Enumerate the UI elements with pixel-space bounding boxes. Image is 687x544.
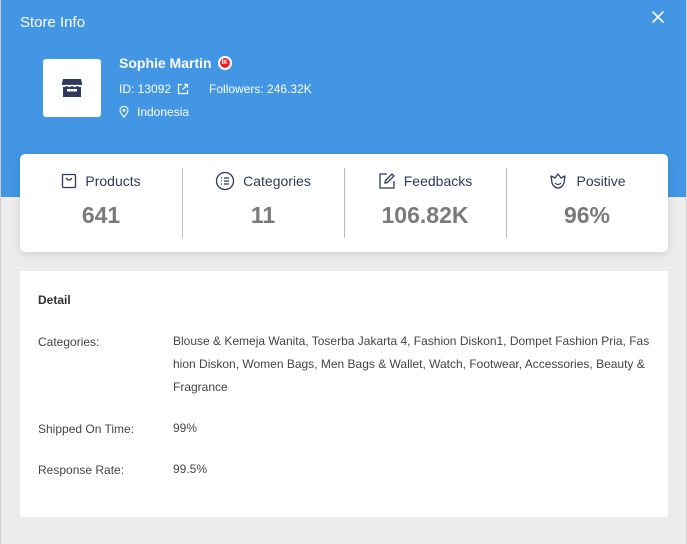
stat-categories-label: Categories xyxy=(243,173,311,189)
store-location-text: Indonesia xyxy=(137,105,190,119)
external-link-icon[interactable] xyxy=(177,83,189,95)
stat-positive-value: 96% xyxy=(563,202,611,228)
store-avatar xyxy=(43,59,101,117)
categories-label: Categories: xyxy=(38,335,100,349)
list-circle-icon xyxy=(215,171,235,191)
stat-feedbacks: Feedbacks 106.82K xyxy=(344,154,506,252)
stat-products: Products 641 xyxy=(20,154,182,252)
store-badge: IK xyxy=(217,56,232,70)
store-location: Indonesia xyxy=(119,105,189,119)
stat-products-label: Products xyxy=(85,173,141,189)
shipped-on-time-value: 99% xyxy=(173,421,198,435)
store-id: ID: 13092 xyxy=(119,82,172,96)
stat-positive: Positive 96% xyxy=(506,154,668,252)
store-stats: Products 641 Categories 11 Feedbacks 106… xyxy=(20,154,668,252)
stat-feedbacks-label: Feedbacks xyxy=(403,173,473,189)
store-info-modal: Store Info Sophie Martin IK ID: 13092 Fo… xyxy=(0,0,687,544)
stat-positive-label: Positive xyxy=(576,173,626,189)
detail-title: Detail xyxy=(38,293,71,307)
stat-feedbacks-value: 106.82K xyxy=(381,202,469,228)
categories-value: Blouse & Kemeja Wanita, Toserba Jakarta … xyxy=(173,334,650,394)
store-name: Sophie Martin IK xyxy=(119,55,232,71)
store-name-text: Sophie Martin xyxy=(119,55,212,71)
response-rate-label: Response Rate: xyxy=(38,463,125,477)
bag-icon xyxy=(62,173,77,189)
detail-panel: Detail Categories: Blouse & Kemeja Wanit… xyxy=(20,271,668,517)
shipped-on-time-label: Shipped On Time: xyxy=(38,422,135,436)
store-followers: Followers: 246.32K xyxy=(209,82,312,96)
flower-icon xyxy=(550,173,567,189)
stat-products-value: 641 xyxy=(81,202,121,228)
stat-categories: Categories 11 xyxy=(182,154,344,252)
store-icon xyxy=(61,79,83,97)
close-icon[interactable] xyxy=(650,9,666,25)
store-meta: ID: 13092 Followers: 246.32K xyxy=(119,82,312,96)
stat-categories-value: 11 xyxy=(250,202,276,228)
store-badge-text: IK xyxy=(219,58,230,68)
response-rate-value: 99.5% xyxy=(173,462,208,476)
location-pin-icon xyxy=(119,106,129,118)
modal-title: Store Info xyxy=(20,14,86,31)
edit-icon xyxy=(379,173,395,189)
